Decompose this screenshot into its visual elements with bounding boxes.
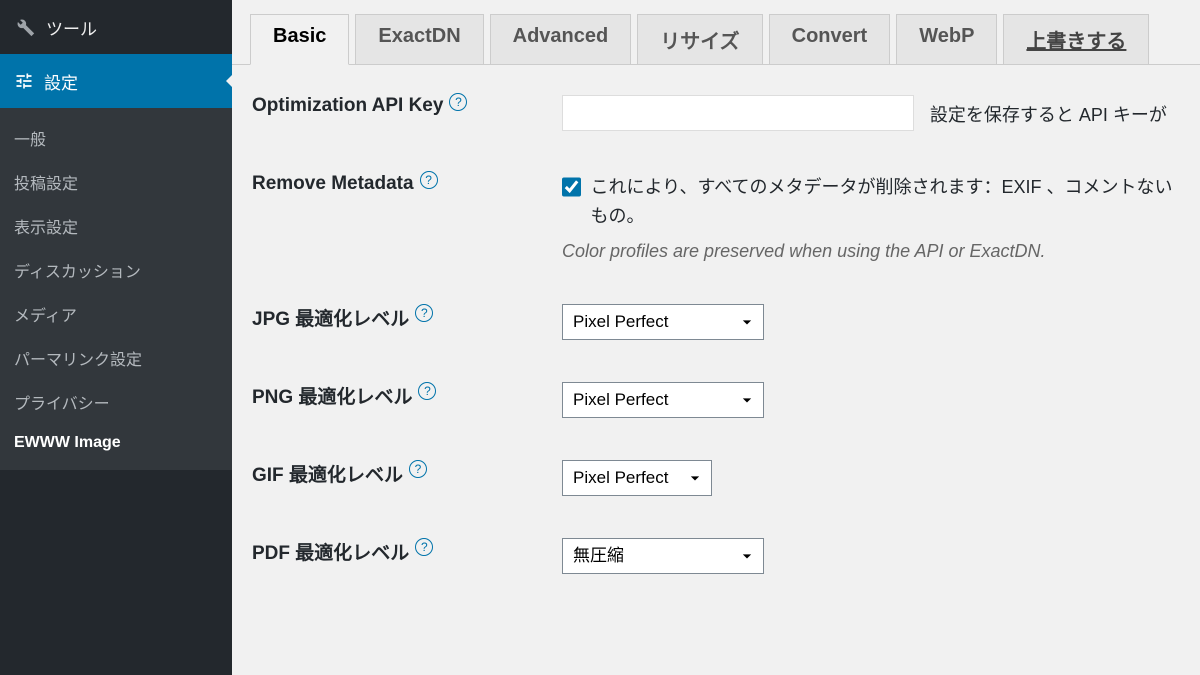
- label-remove-metadata-text: Remove Metadata: [252, 173, 414, 195]
- label-pdf-level-text: PDF 最適化レベル: [252, 538, 409, 565]
- sidebar-tools-label: ツール: [46, 15, 97, 40]
- help-icon[interactable]: ?: [418, 382, 436, 400]
- label-pdf-level: PDF 最適化レベル ?: [252, 538, 562, 565]
- label-gif-level-text: GIF 最適化レベル: [252, 460, 403, 487]
- remove-metadata-checkbox[interactable]: [562, 177, 581, 197]
- api-key-input[interactable]: [562, 95, 914, 131]
- tab-convert[interactable]: Convert: [769, 14, 891, 64]
- settings-submenu: 一般 投稿設定 表示設定 ディスカッション メディア パーマリンク設定 プライバ…: [0, 108, 232, 470]
- help-icon[interactable]: ?: [409, 460, 427, 478]
- remove-metadata-note: Color profiles are preserved when using …: [562, 241, 1180, 262]
- tab-save[interactable]: 上書きする: [1003, 14, 1149, 64]
- row-jpg-level: JPG 最適化レベル ? Pixel Perfect: [252, 304, 1180, 340]
- jpg-level-select[interactable]: Pixel Perfect: [562, 304, 764, 340]
- sidebar-item-settings[interactable]: 設定: [0, 54, 232, 108]
- tab-advanced[interactable]: Advanced: [490, 14, 632, 64]
- help-icon[interactable]: ?: [420, 171, 438, 189]
- label-remove-metadata: Remove Metadata ?: [252, 173, 562, 195]
- wrench-icon: [14, 16, 36, 38]
- gif-level-select[interactable]: Pixel Perfect: [562, 460, 712, 496]
- tab-exactdn[interactable]: ExactDN: [355, 14, 483, 64]
- label-gif-level: GIF 最適化レベル ?: [252, 460, 562, 487]
- label-jpg-level-text: JPG 最適化レベル: [252, 304, 409, 331]
- submenu-item-privacy[interactable]: プライバシー: [0, 380, 232, 424]
- submenu-item-ewww[interactable]: EWWW Image: [0, 424, 232, 462]
- label-jpg-level: JPG 最適化レベル ?: [252, 304, 562, 331]
- label-png-level-text: PNG 最適化レベル: [252, 382, 412, 409]
- help-icon[interactable]: ?: [449, 93, 467, 111]
- label-api-key: Optimization API Key ?: [252, 95, 562, 117]
- submenu-item-discussion[interactable]: ディスカッション: [0, 248, 232, 292]
- sidebar-item-tools[interactable]: ツール: [0, 0, 232, 54]
- submenu-item-general[interactable]: 一般: [0, 116, 232, 160]
- tab-basic[interactable]: Basic: [250, 14, 349, 65]
- submenu-item-permalinks[interactable]: パーマリンク設定: [0, 336, 232, 380]
- submenu-item-reading[interactable]: 表示設定: [0, 204, 232, 248]
- form-area: Optimization API Key ? 設定を保存すると API キーが …: [232, 65, 1200, 646]
- help-icon[interactable]: ?: [415, 304, 433, 322]
- row-png-level: PNG 最適化レベル ? Pixel Perfect: [252, 382, 1180, 418]
- sidebar-settings-label: 設定: [44, 69, 78, 94]
- main-content: Basic ExactDN Advanced リサイズ Convert WebP…: [232, 0, 1200, 675]
- submenu-item-media[interactable]: メディア: [0, 292, 232, 336]
- settings-tabs: Basic ExactDN Advanced リサイズ Convert WebP…: [232, 0, 1200, 65]
- row-api-key: Optimization API Key ? 設定を保存すると API キーが: [252, 95, 1180, 131]
- pdf-level-select[interactable]: 無圧縮: [562, 538, 764, 574]
- sliders-icon: [14, 71, 34, 91]
- tab-resize[interactable]: リサイズ: [637, 14, 762, 64]
- api-key-hint: 設定を保存すると API キーが: [930, 101, 1167, 127]
- row-remove-metadata: Remove Metadata ? これにより、すべてのメタデータが削除されます…: [252, 173, 1180, 262]
- png-level-select[interactable]: Pixel Perfect: [562, 382, 764, 418]
- label-png-level: PNG 最適化レベル ?: [252, 382, 562, 409]
- row-pdf-level: PDF 最適化レベル ? 無圧縮: [252, 538, 1180, 574]
- remove-metadata-text: これにより、すべてのメタデータが削除されます：EXIF 、コメントないもの。: [591, 173, 1180, 231]
- tab-webp[interactable]: WebP: [896, 14, 997, 64]
- help-icon[interactable]: ?: [415, 538, 433, 556]
- admin-sidebar: ツール 設定 一般 投稿設定 表示設定 ディスカッション メディア パーマリンク…: [0, 0, 232, 675]
- row-gif-level: GIF 最適化レベル ? Pixel Perfect: [252, 460, 1180, 496]
- label-api-key-text: Optimization API Key: [252, 95, 443, 117]
- submenu-item-writing[interactable]: 投稿設定: [0, 160, 232, 204]
